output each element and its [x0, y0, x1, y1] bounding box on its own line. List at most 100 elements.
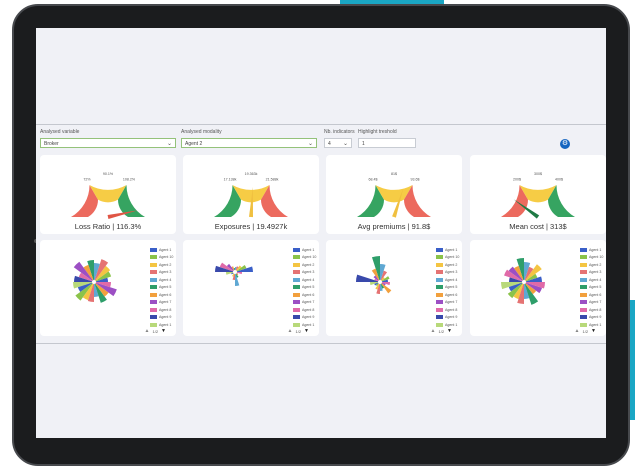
pager-up-icon[interactable]: ▲ — [431, 328, 436, 334]
gauge-title: Loss Ratio | 116.3% — [74, 222, 142, 231]
legend-item[interactable]: Agent 8 — [580, 306, 606, 314]
gauge-card-exposures: 17.138k 19.363k 21.588k Exposures | 19.4927… — [183, 155, 319, 234]
nb-indicators-select[interactable]: 4 ⌄ — [324, 138, 352, 148]
legend-item[interactable]: Agent 10 — [293, 254, 319, 262]
legend-swatch — [150, 270, 157, 275]
analysed-modality-select[interactable]: Agent 2 ⌄ — [181, 138, 317, 148]
gauge-chart: 200$ 300$ 400$ — [501, 172, 575, 219]
polar-sector — [356, 274, 379, 282]
gauge-tick-label: 21.588k — [266, 178, 279, 182]
legend-item[interactable]: Agent 3 — [293, 269, 319, 277]
legend-item[interactable]: Agent 8 — [150, 306, 176, 314]
legend-swatch — [293, 277, 300, 282]
pager-up-icon[interactable]: ▲ — [288, 328, 293, 334]
legend-swatch — [293, 322, 300, 327]
legend-item[interactable]: Agent 1 — [436, 246, 462, 254]
legend-item[interactable]: Agent 9 — [436, 314, 462, 322]
legend-label: Agent 2 — [445, 262, 458, 267]
legend-item[interactable]: Agent 7 — [580, 299, 606, 307]
pager-down-icon[interactable]: ▼ — [591, 328, 596, 334]
legend-label: Agent 9 — [302, 315, 315, 320]
legend-label: Agent 3 — [445, 270, 458, 275]
legend-swatch — [436, 247, 443, 252]
legend-swatch — [150, 277, 157, 282]
pager-label: 1/2 — [152, 328, 159, 334]
legend-label: Agent 4 — [159, 277, 172, 282]
legend-item[interactable]: Agent 7 — [436, 299, 462, 307]
legend-item[interactable]: Agent 1 — [293, 246, 319, 254]
highlight-threshold-input[interactable]: 1 — [358, 138, 416, 148]
legend-item[interactable]: Agent 6 — [293, 291, 319, 299]
gauge-title: Avg premiums | 91.8$ — [357, 222, 431, 231]
legend-item[interactable]: Agent 6 — [580, 291, 606, 299]
legend-label: Agent 10 — [159, 255, 174, 260]
polar-chart — [73, 259, 117, 303]
legend-swatch — [150, 247, 157, 252]
legend-swatch — [436, 270, 443, 275]
legend-item[interactable]: Agent 3 — [436, 269, 462, 277]
legend-label: Agent 2 — [589, 262, 602, 267]
legend-item[interactable]: Agent 1 — [580, 246, 606, 254]
pager-up-icon[interactable]: ▲ — [575, 328, 580, 334]
legend-label: Agent 4 — [445, 277, 458, 282]
legend-item[interactable]: Agent 2 — [580, 261, 606, 269]
legend-swatch — [580, 315, 587, 320]
pager-label: 1/2 — [295, 328, 302, 334]
pager-up-icon[interactable]: ▲ — [145, 328, 150, 334]
legend-item[interactable]: Agent 9 — [580, 314, 606, 322]
legend-swatch — [293, 307, 300, 312]
gauge-chart: 17.138k 19.363k 21.588k — [214, 172, 288, 218]
pager-down-icon[interactable]: ▼ — [304, 328, 309, 334]
legend-item[interactable]: Agent 9 — [293, 314, 319, 322]
legend-item[interactable]: Agent 4 — [293, 276, 319, 284]
gauge-tick-label: 200$ — [513, 178, 521, 182]
legend-item[interactable]: Agent 2 — [293, 261, 319, 269]
legend-label: Agent 8 — [589, 307, 602, 312]
legend-label: Agent 6 — [445, 292, 458, 297]
pager-down-icon[interactable]: ▼ — [447, 328, 452, 334]
polar-chart — [501, 258, 545, 305]
legend-swatch — [293, 262, 300, 267]
legend-item[interactable]: Agent 9 — [150, 314, 176, 322]
legend-item[interactable]: Agent 4 — [436, 276, 462, 284]
legend-item[interactable]: Agent 10 — [150, 254, 176, 262]
legend-item[interactable]: Agent 4 — [580, 276, 606, 284]
legend-label: Agent 7 — [159, 300, 172, 305]
legend-item[interactable]: Agent 6 — [436, 291, 462, 299]
legend-item[interactable]: Agent 5 — [150, 284, 176, 292]
legend-item[interactable]: Agent 8 — [293, 306, 319, 314]
legend-swatch — [580, 322, 587, 327]
analysed-variable-select[interactable]: Broker ⌄ — [40, 138, 176, 148]
legend-label: Agent 3 — [159, 270, 172, 275]
legend-label: Agent 4 — [302, 277, 315, 282]
pager-down-icon[interactable]: ▼ — [161, 328, 166, 334]
legend-item[interactable]: Agent 1 — [150, 246, 176, 254]
legend-item[interactable]: Agent 10 — [580, 254, 606, 262]
legend-item[interactable]: Agent 5 — [436, 284, 462, 292]
legend-item[interactable]: Agent 8 — [436, 306, 462, 314]
legend-item[interactable]: Agent 6 — [150, 291, 176, 299]
legend-swatch — [436, 255, 443, 260]
legend-swatch — [293, 247, 300, 252]
legend-item[interactable]: Agent 2 — [436, 261, 462, 269]
legend-swatch — [580, 277, 587, 282]
legend-item[interactable]: Agent 10 — [436, 254, 462, 262]
legend-label: Agent 10 — [445, 255, 460, 260]
legend-label: Agent 3 — [589, 270, 602, 275]
legend-item[interactable]: Agent 2 — [150, 261, 176, 269]
settings-button[interactable]: ⚙ — [560, 139, 570, 149]
legend-item[interactable]: Agent 4 — [150, 276, 176, 284]
legend-swatch — [150, 262, 157, 267]
legend-item[interactable]: Agent 5 — [293, 284, 319, 292]
legend-swatch — [580, 292, 587, 297]
legend-label: Agent 6 — [159, 292, 172, 297]
legend-item[interactable]: Agent 7 — [150, 299, 176, 307]
legend-item[interactable]: Agent 5 — [580, 284, 606, 292]
legend-item[interactable]: Agent 3 — [580, 269, 606, 277]
legend-swatch — [436, 315, 443, 320]
legend-swatch — [580, 262, 587, 267]
legend-swatch — [150, 292, 157, 297]
legend-item[interactable]: Agent 7 — [293, 299, 319, 307]
legend-item[interactable]: Agent 3 — [150, 269, 176, 277]
pager-label: 1/2 — [582, 328, 589, 334]
